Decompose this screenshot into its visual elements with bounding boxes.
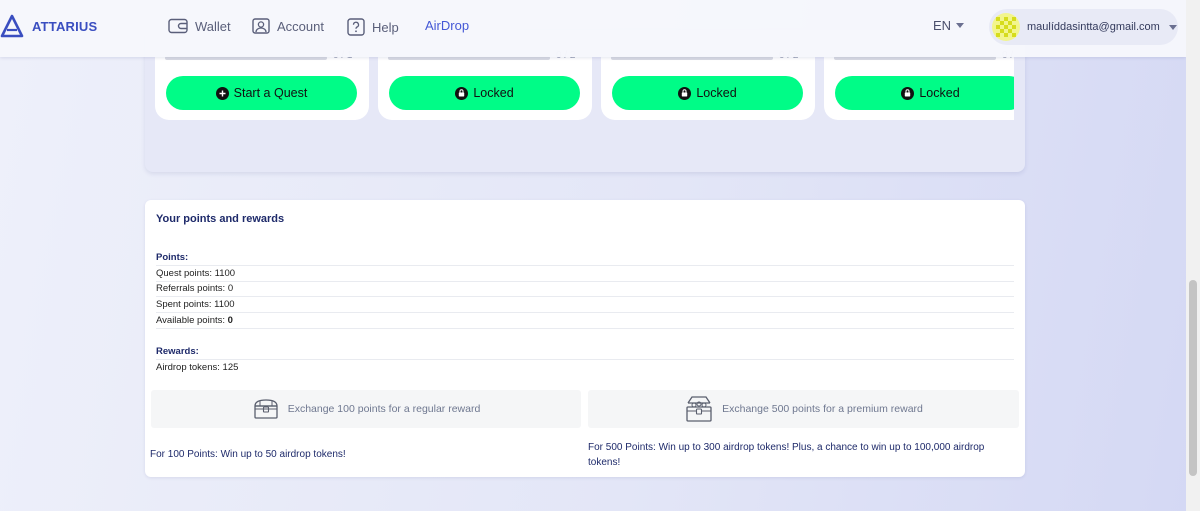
referrals-points-row: Referrals points: 0 [156, 281, 1014, 297]
referrals-points-label: Referrals points: [156, 283, 226, 294]
chevron-down-icon [1168, 24, 1177, 30]
regular-reward-description: For 100 Points: Win up to 50 airdrop tok… [150, 449, 346, 460]
start-quest-button[interactable]: Start a Quest [166, 76, 357, 110]
treasure-chest-icon [254, 399, 278, 419]
quest-points-row: Quest points: 1100 [156, 266, 1014, 282]
locked-label: Locked [919, 86, 960, 100]
nav-airdrop[interactable]: AirDrop [425, 18, 469, 33]
available-points-row: Available points: 0 [156, 313, 1014, 329]
nav-help-label: Help [372, 19, 399, 35]
spent-points-row: Spent points: 1100 [156, 297, 1014, 313]
spent-points-value: 1100 [214, 299, 235, 310]
open-treasure-chest-icon [686, 396, 712, 422]
nav-airdrop-label: AirDrop [425, 18, 470, 33]
plus-circle-icon [215, 86, 229, 100]
quest-points-value: 1100 [214, 268, 236, 279]
available-points-label: Available points: [156, 315, 226, 326]
lock-icon [901, 86, 915, 100]
user-email: maulíddasintta@gmail.com [1027, 21, 1160, 33]
wallet-icon [168, 18, 188, 34]
avatar [992, 13, 1020, 41]
exchange-regular-button[interactable]: Exchange 100 points for a regular reward [151, 390, 581, 428]
available-points-value: 0 [227, 315, 233, 326]
locked-quest-button[interactable]: Locked [612, 76, 803, 110]
locked-label: Locked [696, 86, 737, 100]
rewards-heading: Rewards: [156, 344, 1014, 360]
account-icon [252, 18, 270, 34]
start-quest-label: Start a Quest [233, 86, 308, 100]
locked-quest-button[interactable]: Locked [835, 76, 1014, 110]
page-scrollbar[interactable] [1186, 0, 1200, 511]
brand-logo[interactable]: ATTARIUS [0, 14, 97, 38]
exchange-regular-label: Exchange 100 points for a regular reward [287, 403, 481, 415]
exchange-premium-button[interactable]: Exchange 500 points for a premium reward [588, 390, 1019, 428]
nav-wallet-label: Wallet [195, 18, 231, 34]
scrollbar-thumb[interactable] [1189, 280, 1197, 476]
premium-reward-description: For 500 Points: Win up to 300 airdrop to… [588, 442, 985, 468]
quest-points-label: Quest points: [156, 268, 212, 279]
nav-account[interactable]: Account [252, 18, 324, 34]
top-header: ATTARIUS Wallet Account Help AirDrop EN [0, 0, 1186, 57]
nav-account-label: Account [277, 18, 324, 34]
points-heading: Points: [156, 250, 1014, 266]
airdrop-tokens-label: Airdrop tokens: [156, 362, 220, 373]
airdrop-tokens-row: Airdrop tokens: 125 [156, 360, 1014, 375]
help-icon [347, 18, 365, 36]
spent-points-label: Spent points: [156, 299, 212, 310]
nav-help[interactable]: Help [347, 18, 399, 36]
points-rewards-panel: Your points and rewards Points: Quest po… [145, 200, 1025, 477]
language-selector[interactable]: EN [933, 18, 965, 33]
rewards-title: Your points and rewards [156, 213, 285, 225]
locked-label: Locked [473, 86, 514, 100]
user-menu[interactable]: maulíddasintta@gmail.com [989, 9, 1178, 45]
language-label: EN [933, 18, 952, 33]
airdrop-tokens-value: 125 [222, 362, 239, 373]
attarius-logo-icon [0, 14, 24, 38]
exchange-premium-label: Exchange 500 points for a premium reward [722, 403, 923, 415]
locked-quest-button[interactable]: Locked [389, 76, 580, 110]
referrals-points-value: 0 [227, 283, 234, 294]
nav-wallet[interactable]: Wallet [168, 18, 231, 34]
lock-icon [678, 86, 692, 100]
lock-icon [455, 86, 469, 100]
chevron-down-icon [956, 23, 965, 28]
brand-name: ATTARIUS [32, 18, 98, 34]
